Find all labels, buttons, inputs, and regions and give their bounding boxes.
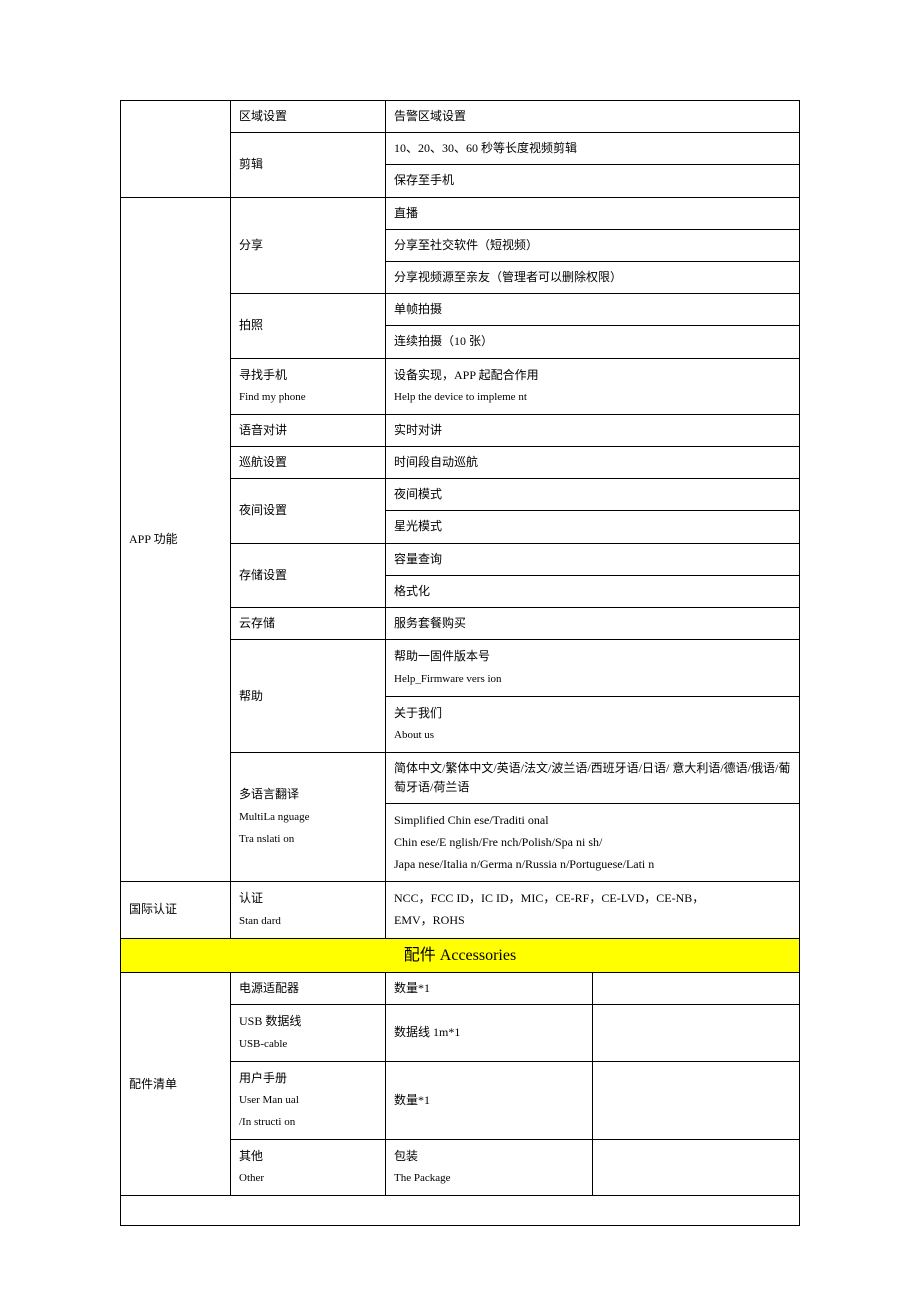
- cell-intl-cert: 国际认证: [121, 882, 231, 938]
- lang-en-3: Japa nese/Italia n/Germa n/Russia n/Port…: [394, 857, 654, 871]
- help-firmware-sub: Help_Firmware vers ion: [394, 670, 791, 690]
- cell-manual-qty: 数量*1: [386, 1061, 593, 1139]
- cell-accessories-list: 配件清单: [121, 973, 231, 1196]
- cell-usb-cable: USB 数据线 USB-cable: [231, 1005, 386, 1061]
- cell-storage: 存储设置: [231, 543, 386, 607]
- cell-power-blank: [593, 973, 800, 1005]
- about-us-sub: About us: [394, 726, 791, 746]
- cell-about-us: 关于我们 About us: [386, 696, 800, 752]
- usb-label: USB 数据线: [239, 1014, 301, 1028]
- cell-format: 格式化: [386, 575, 800, 607]
- cell-package: 包装 The Package: [386, 1139, 593, 1195]
- package-label: 包装: [394, 1149, 418, 1163]
- cell-night-mode: 夜间模式: [386, 479, 800, 511]
- cell-live: 直播: [386, 197, 800, 229]
- cell-find-phone: 寻找手机 Find my phone: [231, 358, 386, 414]
- cell-photo: 拍照: [231, 294, 386, 358]
- spec-table: 区域设置 告警区域设置 剪辑 10、20、30、60 秒等长度视频剪辑 保存至手…: [120, 100, 800, 1226]
- cell-cert-list: NCC，FCC ID，IC ID，MIC，CE-RF，CE-LVD，CE-NB，…: [386, 882, 800, 938]
- cell-usb-qty: 数据线 1m*1: [386, 1005, 593, 1061]
- cell-cloud-desc: 服务套餐购买: [386, 608, 800, 640]
- cell-other-blank: [593, 1139, 800, 1195]
- cell-manual: 用户手册 User Man ual /In structi on: [231, 1061, 386, 1139]
- cell-cruise-desc: 时间段自动巡航: [386, 447, 800, 479]
- cert-sub: Stan dard: [239, 912, 377, 932]
- cell-single-shot: 单帧拍摄: [386, 294, 800, 326]
- other-sub: Other: [239, 1169, 377, 1189]
- multilang-sub1: MultiLa nguage: [239, 808, 377, 828]
- cell-help: 帮助: [231, 640, 386, 753]
- cell-share-social: 分享至社交软件（短视频）: [386, 229, 800, 261]
- cell-usb-blank: [593, 1005, 800, 1061]
- find-phone-label: 寻找手机: [239, 368, 287, 382]
- empty-row: [121, 1196, 800, 1226]
- cell-share-family: 分享视频源至亲友（管理者可以删除权限）: [386, 261, 800, 293]
- lang-en-1: Simplified Chin ese/Traditi onal: [394, 813, 549, 827]
- cert-label: 认证: [239, 891, 263, 905]
- cell-voice: 语音对讲: [231, 414, 386, 446]
- package-sub: The Package: [394, 1169, 584, 1189]
- cell-manual-blank: [593, 1061, 800, 1139]
- multilang-label: 多语言翻译: [239, 787, 299, 801]
- cert-list-1: NCC，FCC ID，IC ID，MIC，CE-RF，CE-LVD，CE-NB，: [394, 891, 704, 905]
- cell-starlight: 星光模式: [386, 511, 800, 543]
- cell-capacity: 容量查询: [386, 543, 800, 575]
- usb-sub: USB-cable: [239, 1035, 377, 1055]
- cell-power-adapter: 电源适配器: [231, 973, 386, 1005]
- cell-multilang: 多语言翻译 MultiLa nguage Tra nslati on: [231, 752, 386, 881]
- cell-cruise: 巡航设置: [231, 447, 386, 479]
- multilang-sub2: Tra nslati on: [239, 830, 377, 850]
- cell-save-phone: 保存至手机: [386, 165, 800, 197]
- cell-cert: 认证 Stan dard: [231, 882, 386, 938]
- section-accessories: 配件 Accessories: [121, 938, 800, 973]
- cell-app-features: APP 功能: [121, 197, 231, 882]
- cell-share: 分享: [231, 197, 386, 294]
- cell-lang-list-en: Simplified Chin ese/Traditi onal Chin es…: [386, 804, 800, 882]
- cell-voice-desc: 实时对讲: [386, 414, 800, 446]
- cell-clip-lengths: 10、20、30、60 秒等长度视频剪辑: [386, 133, 800, 165]
- manual-sub1: User Man ual: [239, 1091, 377, 1111]
- cell-other: 其他 Other: [231, 1139, 386, 1195]
- find-phone-desc-sub: Help the device to impleme nt: [394, 388, 791, 408]
- cell-clip: 剪辑: [231, 133, 386, 197]
- blank-category-cell: [121, 101, 231, 198]
- about-us: 关于我们: [394, 706, 442, 720]
- cell-alarm-area: 告警区域设置: [386, 101, 800, 133]
- find-phone-sub: Find my phone: [239, 388, 377, 408]
- cell-find-phone-desc: 设备实现，APP 起配合作用 Help the device to implem…: [386, 358, 800, 414]
- cell-burst-shot: 连续拍摄（10 张）: [386, 326, 800, 358]
- find-phone-desc: 设备实现，APP 起配合作用: [394, 368, 539, 382]
- cert-list-2: EMV，ROHS: [394, 913, 465, 927]
- other-label: 其他: [239, 1149, 263, 1163]
- cell-night: 夜间设置: [231, 479, 386, 543]
- cell-cloud: 云存储: [231, 608, 386, 640]
- lang-en-2: Chin ese/E nglish/Fre nch/Polish/Spa ni …: [394, 835, 602, 849]
- cell-help-firmware: 帮助一固件版本号 Help_Firmware vers ion: [386, 640, 800, 696]
- cell-power-qty: 数量*1: [386, 973, 593, 1005]
- help-firmware: 帮助一固件版本号: [394, 649, 490, 663]
- manual-sub2: /In structi on: [239, 1113, 377, 1133]
- cell-lang-list-cn: 简体中文/繁体中文/英语/法文/波兰语/西班牙语/日语/ 意大利语/德语/俄语/…: [386, 752, 800, 803]
- cell-area-setting: 区域设置: [231, 101, 386, 133]
- manual-label: 用户手册: [239, 1071, 287, 1085]
